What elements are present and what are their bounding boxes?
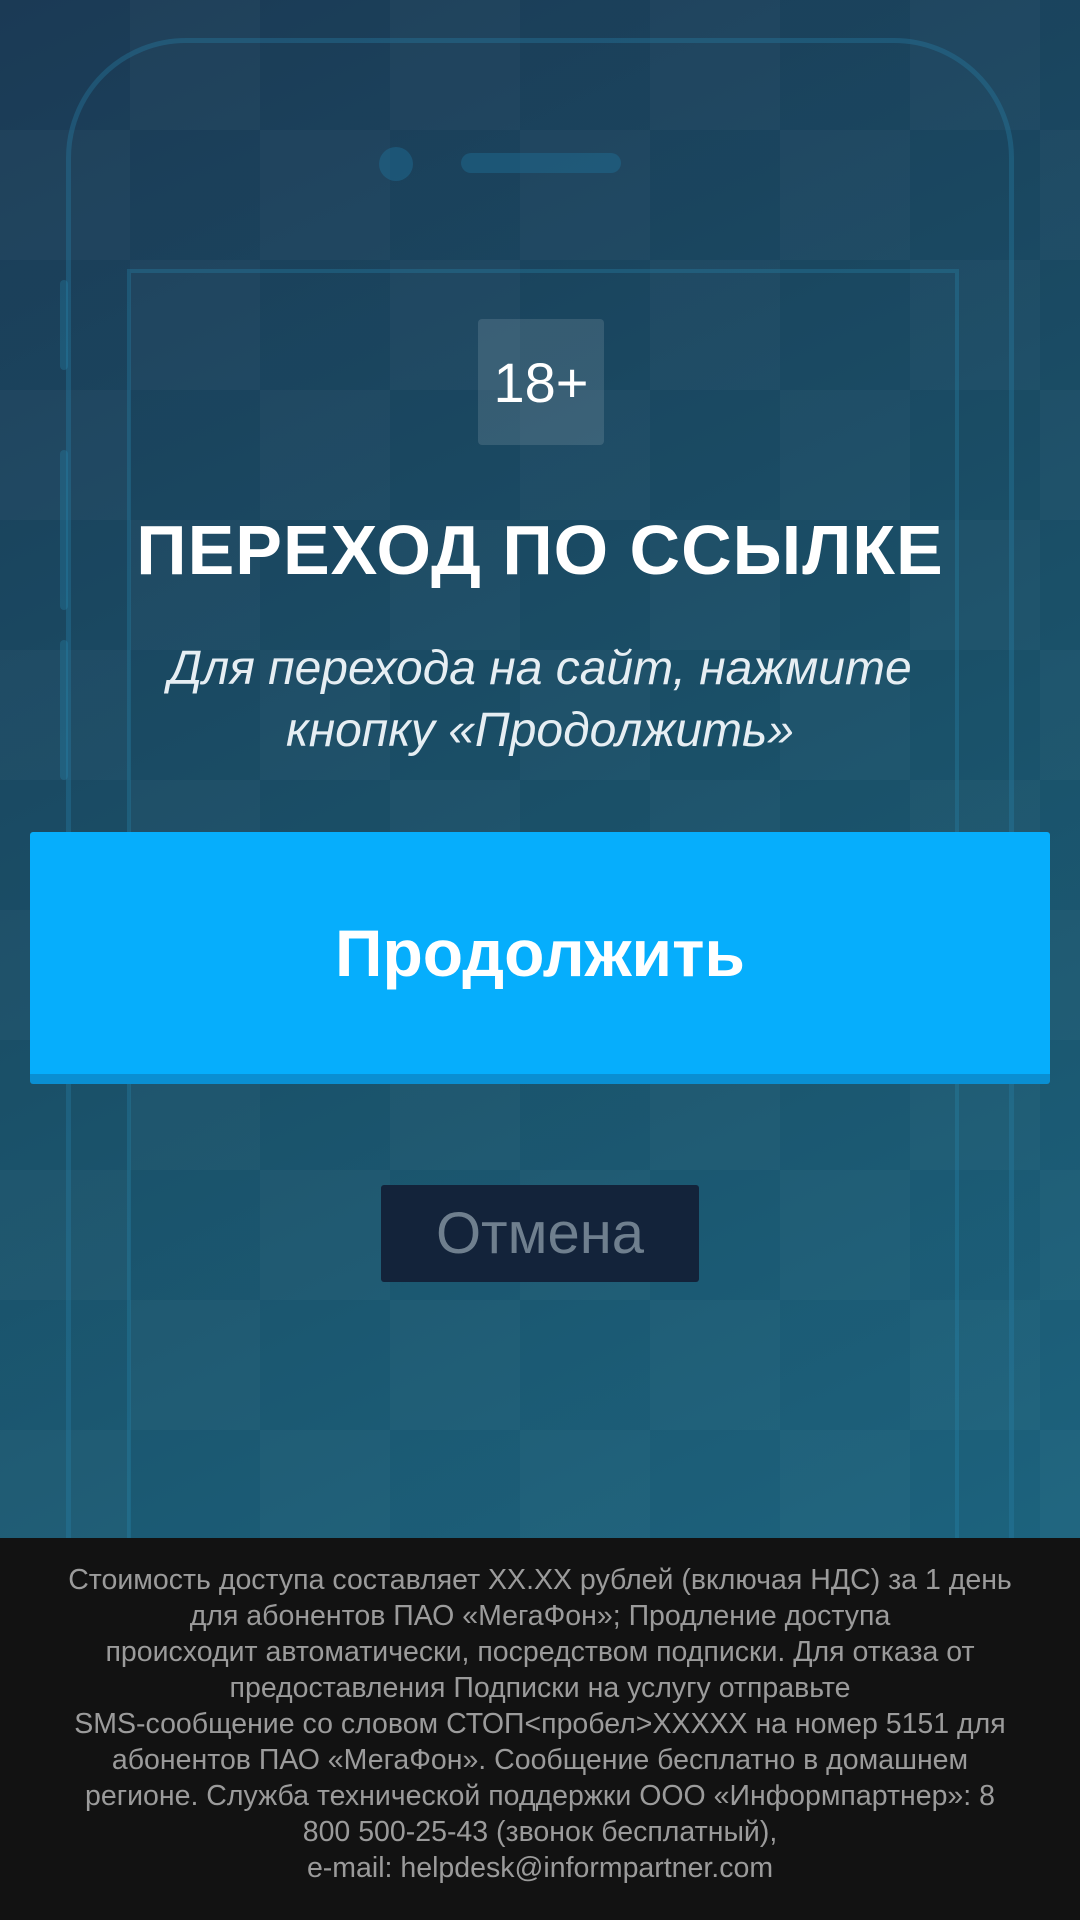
page-title: ПЕРЕХОД ПО ССЫЛКЕ: [136, 511, 944, 589]
legal-disclaimer-text: Стоимость доступа составляет XX.XX рубле…: [68, 1564, 1012, 1884]
phone-camera-graphic: [379, 147, 413, 181]
footer: Стоимость доступа составляет XX.XX рубле…: [0, 1538, 1080, 1920]
phone-side-button-graphic: [60, 640, 68, 780]
phone-speaker-graphic: [461, 153, 621, 173]
age-rating-badge: 18+: [478, 319, 604, 445]
instruction-text: Для перехода на сайт, нажмите кнопку «Пр…: [168, 642, 912, 757]
phone-side-button-graphic: [60, 280, 68, 370]
cancel-button[interactable]: Отмена: [381, 1185, 699, 1282]
screen: 18+ ПЕРЕХОД ПО ССЫЛКЕ Для перехода на са…: [0, 0, 1080, 1920]
continue-button[interactable]: Продолжить: [30, 832, 1050, 1084]
